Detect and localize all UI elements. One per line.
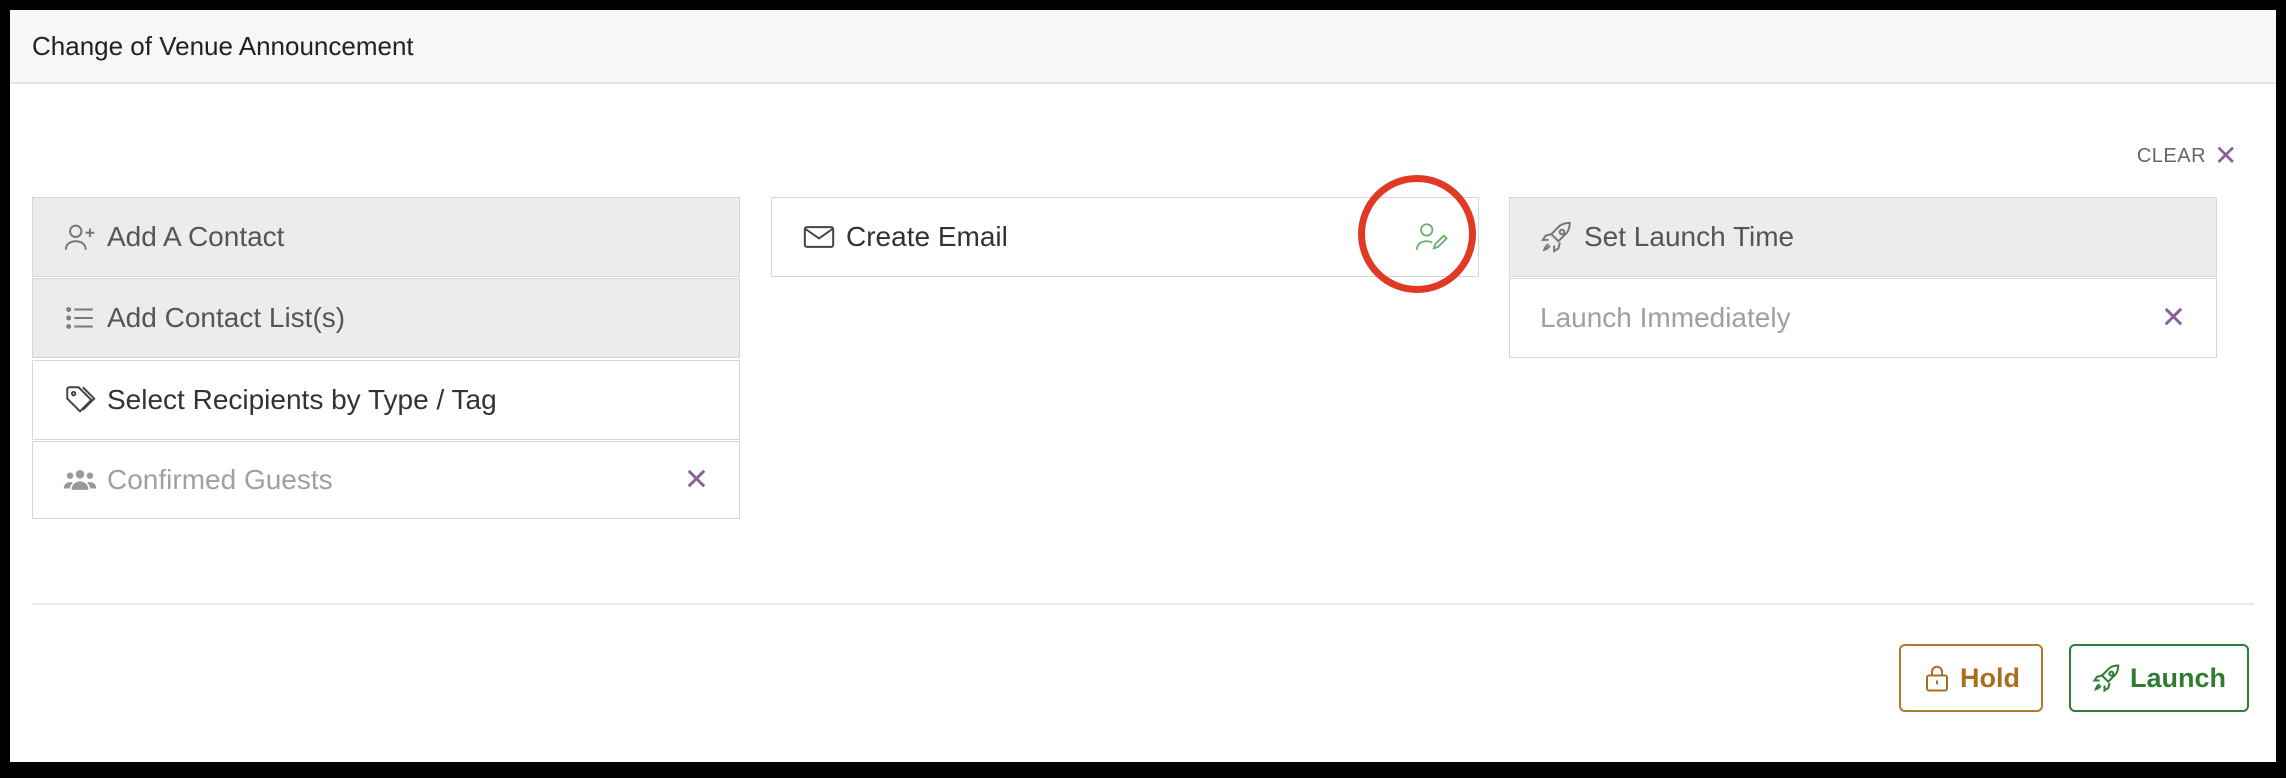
close-icon: ✕	[2214, 140, 2238, 171]
launch-time-value-label: Launch Immediately	[1540, 302, 1791, 333]
launch-label: Launch	[2129, 662, 2226, 693]
user-plus-icon	[63, 220, 97, 254]
envelope-icon	[802, 220, 836, 254]
select-by-tag-button[interactable]: Select Recipients by Type / Tag	[32, 360, 740, 440]
close-icon[interactable]: ✕	[2161, 301, 2186, 336]
rocket-icon	[1540, 220, 1574, 254]
close-icon[interactable]: ✕	[684, 463, 709, 498]
launch-time-value: Launch Immediately ✕	[1509, 278, 2217, 358]
page-title: Change of Venue Announcement	[32, 31, 414, 61]
clear-label: CLEAR	[2136, 144, 2207, 167]
selected-group-item: Confirmed Guests ✕	[32, 441, 740, 519]
create-email-label: Create Email	[846, 221, 1008, 252]
add-contact-list-button[interactable]: Add Contact List(s)	[32, 278, 740, 358]
list-icon	[63, 301, 97, 335]
hold-label: Hold	[1960, 662, 2020, 693]
modal: Change of Venue Announcement CLEAR ✕ Add…	[10, 10, 2276, 762]
add-contact-label: Add A Contact	[107, 221, 285, 252]
divider	[32, 603, 2254, 605]
set-launch-time-label: Set Launch Time	[1584, 221, 1795, 252]
clear-button[interactable]: CLEAR ✕	[2137, 142, 2238, 170]
tag-icon	[63, 383, 97, 417]
lock-icon	[1922, 663, 1952, 693]
users-icon	[63, 463, 97, 497]
add-contact-button[interactable]: Add A Contact	[32, 197, 740, 277]
create-email-button[interactable]: Create Email	[771, 197, 1479, 277]
set-launch-time-button[interactable]: Set Launch Time	[1509, 197, 2217, 277]
select-by-tag-label: Select Recipients by Type / Tag	[107, 384, 497, 415]
user-edit-icon[interactable]	[1414, 220, 1448, 254]
launch-button[interactable]: Launch	[2069, 644, 2249, 712]
hold-button[interactable]: Hold	[1899, 644, 2043, 712]
add-contact-list-label: Add Contact List(s)	[107, 302, 346, 333]
rocket-icon	[2092, 663, 2122, 693]
selected-group-label: Confirmed Guests	[107, 464, 333, 495]
modal-header: Change of Venue Announcement	[10, 10, 2276, 84]
